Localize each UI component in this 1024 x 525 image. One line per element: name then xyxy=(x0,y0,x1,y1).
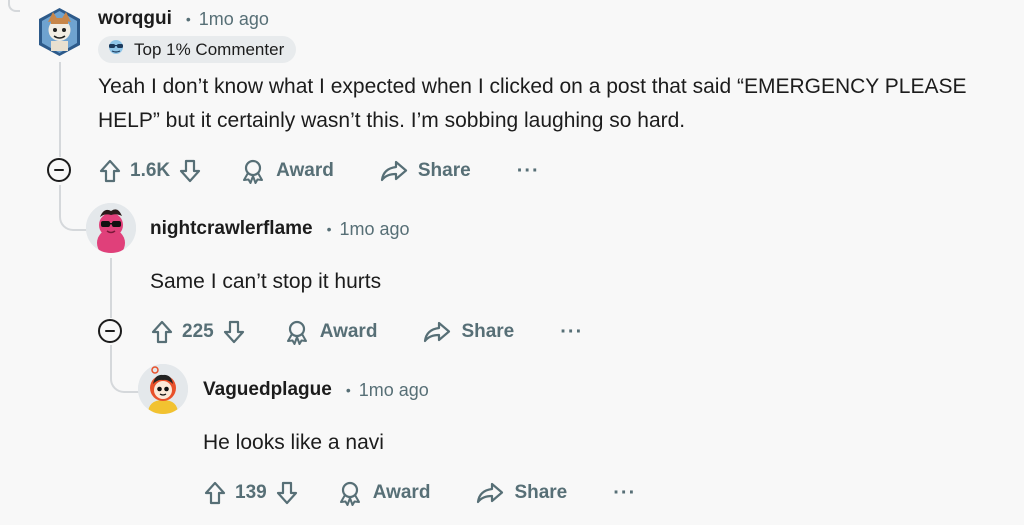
avatar-icon xyxy=(39,8,80,56)
timestamp[interactable]: 1mo ago xyxy=(359,380,429,401)
username[interactable]: worqgui xyxy=(98,8,172,30)
comment-actions: 139 Award Share ··· xyxy=(203,475,636,511)
avatar-icon xyxy=(138,364,188,414)
vote-count: 139 xyxy=(235,482,267,503)
comment-body: Yeah I don’t know what I expected when I… xyxy=(98,75,967,132)
comment-actions: 1.6K Award Share ··· xyxy=(98,153,540,189)
upvote-button[interactable] xyxy=(150,319,174,345)
meta-separator: • xyxy=(345,382,351,398)
downvote-button[interactable] xyxy=(178,158,202,184)
award-icon xyxy=(339,481,360,506)
timestamp[interactable]: 1mo ago xyxy=(199,9,269,30)
award-button[interactable]: Award xyxy=(337,480,431,506)
username[interactable]: Vaguedplague xyxy=(203,379,332,401)
thread-connector xyxy=(8,0,20,12)
award-icon xyxy=(286,320,307,345)
downvote-button[interactable] xyxy=(275,480,299,506)
avatar-icon xyxy=(86,203,136,253)
share-icon xyxy=(424,321,451,343)
downvote-arrow-icon xyxy=(223,320,244,344)
comment-body: Same I can’t stop it hurts xyxy=(150,270,382,293)
award-icon xyxy=(243,159,264,184)
more-options-button[interactable]: ··· xyxy=(613,482,636,505)
share-label: Share xyxy=(514,482,568,503)
share-icon xyxy=(380,160,407,182)
comment-meta: worqgui • 1mo ago xyxy=(98,8,269,30)
award-button[interactable]: Award xyxy=(240,158,334,184)
sunglasses-icon xyxy=(106,39,126,60)
share-label: Share xyxy=(417,160,471,181)
share-label: Share xyxy=(461,321,515,342)
comment-body: He looks like a navi xyxy=(203,431,384,454)
more-options-button[interactable]: ··· xyxy=(517,160,540,183)
share-button[interactable]: Share xyxy=(380,159,471,183)
upvote-button[interactable] xyxy=(98,158,122,184)
collapse-thread-button[interactable] xyxy=(47,158,71,182)
vote-count: 1.6K xyxy=(130,160,171,181)
avatar[interactable] xyxy=(138,364,188,414)
downvote-arrow-icon xyxy=(276,481,297,505)
thread-line xyxy=(59,62,61,157)
avatar[interactable] xyxy=(36,6,83,58)
avatar[interactable] xyxy=(86,203,136,253)
share-icon xyxy=(477,482,504,504)
share-button[interactable]: Share xyxy=(423,320,514,344)
comment-actions: 225 Award Share ··· xyxy=(150,314,583,350)
upvote-arrow-icon xyxy=(151,320,173,344)
more-options-button[interactable]: ··· xyxy=(560,321,583,344)
comment-meta: Vaguedplague • 1mo ago xyxy=(203,379,429,401)
award-label: Award xyxy=(276,160,334,181)
award-label: Award xyxy=(372,482,431,503)
thread-line xyxy=(110,258,112,318)
downvote-arrow-icon xyxy=(180,159,201,183)
badge-label: Top 1% Commenter xyxy=(134,39,285,59)
share-button[interactable]: Share xyxy=(476,481,567,505)
timestamp[interactable]: 1mo ago xyxy=(340,219,410,240)
thread-connector xyxy=(59,185,87,231)
upvote-button[interactable] xyxy=(203,480,227,506)
collapse-thread-button[interactable] xyxy=(98,319,122,343)
award-button[interactable]: Award xyxy=(284,319,378,345)
user-flair-badge: Top 1% Commenter xyxy=(98,36,297,63)
meta-separator: • xyxy=(326,221,332,237)
upvote-arrow-icon xyxy=(204,481,226,505)
username[interactable]: nightcrawlerflame xyxy=(150,218,313,240)
award-label: Award xyxy=(319,321,378,342)
thread-connector xyxy=(110,345,140,393)
comment-meta: nightcrawlerflame • 1mo ago xyxy=(150,218,410,240)
downvote-button[interactable] xyxy=(222,319,246,345)
meta-separator: • xyxy=(185,11,191,27)
upvote-arrow-icon xyxy=(99,159,121,183)
vote-count: 225 xyxy=(182,321,214,342)
